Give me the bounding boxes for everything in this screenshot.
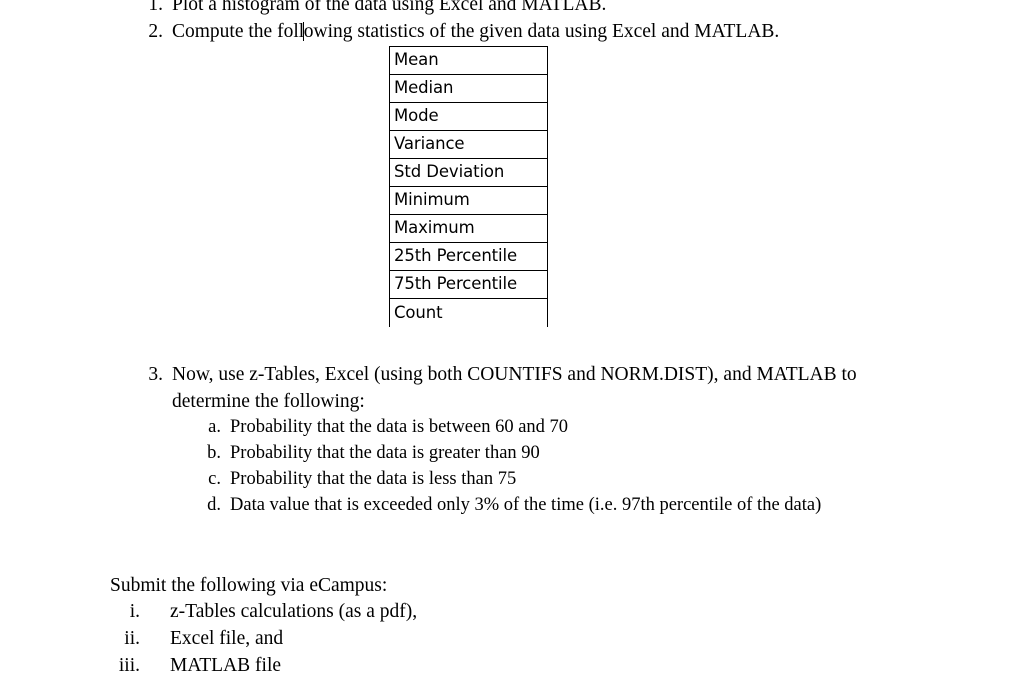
table-cell-label: 25th Percentile <box>389 242 548 271</box>
instruction-item-2-text-before-caret: Compute the foll <box>172 21 305 42</box>
table-row: Median <box>389 74 548 103</box>
instruction-item-2: 2. Compute the following statistics of t… <box>139 18 779 45</box>
table-row: Maximum <box>389 214 548 243</box>
instruction-subitem-c: c. Probability that the data is less tha… <box>199 466 516 492</box>
instruction-item-3: 3. Now, use z-Tables, Excel (using both … <box>139 361 932 415</box>
instruction-subitem-d-text: Data value that is exceeded only 3% of t… <box>230 495 822 515</box>
list-marker: ii. <box>124 628 140 649</box>
instruction-subitem-b: b. Probability that the data is greater … <box>199 440 540 466</box>
list-marker: 1. <box>148 0 163 15</box>
instruction-subitem-d: d. Data value that is exceeded only 3% o… <box>199 492 821 518</box>
instruction-item-1: 1. Plot a histogram of the data using Ex… <box>139 0 606 18</box>
table-cell-label: Std Deviation <box>389 158 548 187</box>
submission-item-iii: iii. MATLAB file <box>110 652 281 679</box>
instruction-item-3-line-1: Now, use z-Tables, Excel (using both COU… <box>172 364 857 385</box>
table-cell-label: Mode <box>389 102 548 131</box>
submission-lead-suffix: : <box>381 575 388 596</box>
instruction-subitem-a-text: Probability that the data is between 60 … <box>230 417 569 437</box>
list-marker: a. <box>208 417 221 437</box>
list-marker: c. <box>208 469 221 489</box>
table-cell-label: 75th Percentile <box>389 270 548 299</box>
table-row: 25th Percentile <box>389 242 548 271</box>
submission-item-i: i. z-Tables calculations (as a pdf), <box>110 598 417 625</box>
table-row: Mean <box>389 46 548 75</box>
table-row: Minimum <box>389 186 548 215</box>
submission-item-ii-text: Excel file, and <box>170 628 284 649</box>
misspelled-word-text: eCampus <box>309 575 382 596</box>
list-marker: 2. <box>148 21 163 42</box>
instruction-subitem-a: a. Probability that the data is between … <box>199 414 568 440</box>
submission-lead-line: Submit the following via eCampus : <box>110 572 387 599</box>
instruction-subitem-c-text: Probability that the data is less than 7… <box>230 469 517 489</box>
instruction-item-3-text: Now, use z-Tables, Excel (using both COU… <box>172 361 932 415</box>
instruction-item-3-line-2: determine the following: <box>172 391 365 412</box>
instruction-item-2-text: Compute the following statistics of the … <box>172 18 779 45</box>
table-row: Count <box>389 298 548 327</box>
table-cell-label: Count <box>389 298 548 327</box>
table-cell-label: Variance <box>389 130 548 159</box>
misspelled-word-ecampus: eCampus <box>309 572 382 599</box>
list-marker: d. <box>207 495 221 515</box>
statistics-table-body: Mean Median Mode Variance Std Deviation … <box>389 46 548 327</box>
submission-item-ii: ii. Excel file, and <box>110 625 283 652</box>
table-cell-label: Median <box>389 74 548 103</box>
table-cell-label: Maximum <box>389 214 548 243</box>
list-marker: 3. <box>148 364 163 385</box>
list-marker: b. <box>207 443 221 463</box>
list-marker: iii. <box>118 655 140 676</box>
list-marker: i. <box>129 601 140 622</box>
submission-item-iii-text: MATLAB file <box>170 655 282 676</box>
table-row: Variance <box>389 130 548 159</box>
instruction-subitem-b-text: Probability that the data is greater tha… <box>230 443 540 463</box>
table-row: Std Deviation <box>389 158 548 187</box>
table-row: 75th Percentile <box>389 270 548 299</box>
instruction-item-2-text-after-caret: owing statistics of the given data using… <box>303 21 780 42</box>
table-cell-label: Mean <box>389 46 548 75</box>
document-page: 1. Plot a histogram of the data using Ex… <box>0 0 1010 676</box>
submission-lead-prefix: Submit the following via <box>110 575 310 596</box>
submission-item-i-text: z-Tables calculations (as a pdf), <box>170 601 418 622</box>
table-row: Mode <box>389 102 548 131</box>
statistics-table: Mean Median Mode Variance Std Deviation … <box>389 46 548 327</box>
instruction-item-1-text: Plot a histogram of the data using Excel… <box>172 0 607 15</box>
table-cell-label: Minimum <box>389 186 548 215</box>
